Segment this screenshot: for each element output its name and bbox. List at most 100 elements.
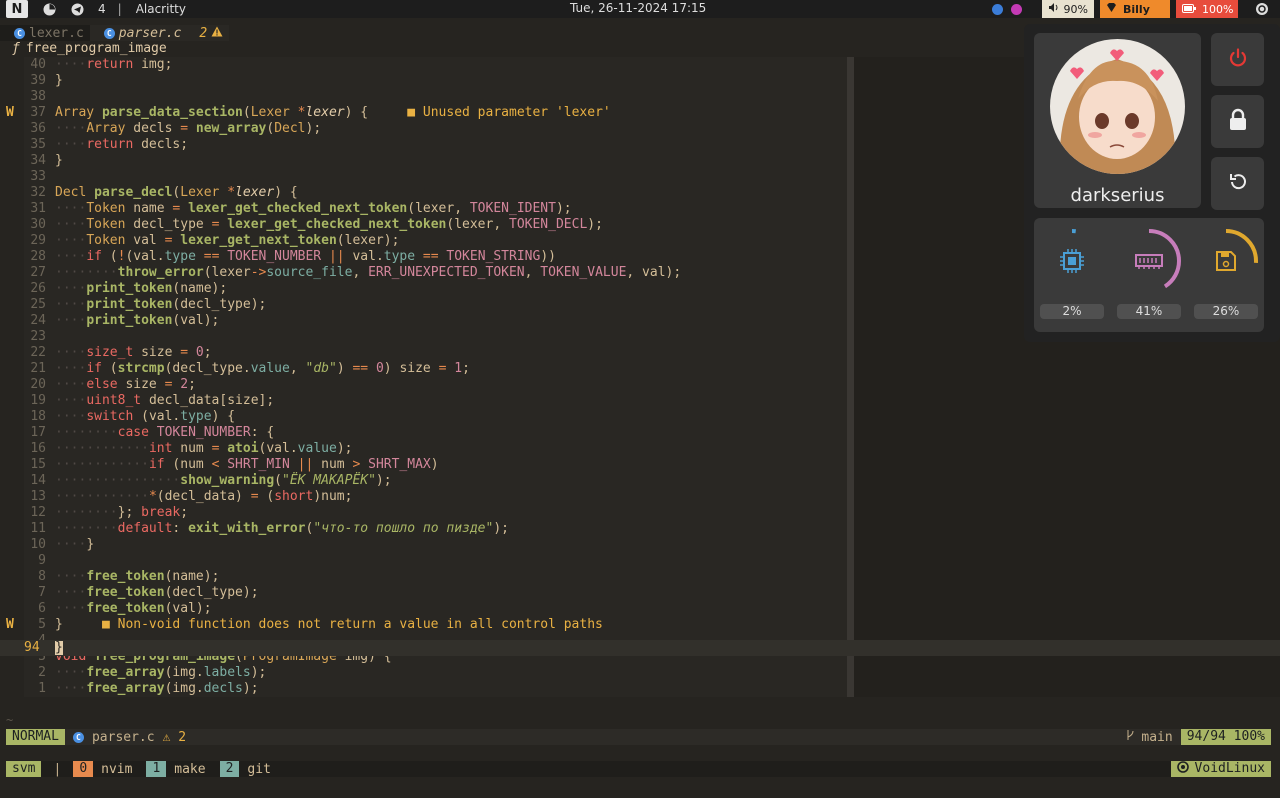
power-icon (1227, 47, 1249, 73)
tray-app-icon-2[interactable] (1010, 3, 1022, 15)
line-number: 29 (30, 233, 46, 248)
volume-value: 90% (1063, 2, 1088, 16)
diagnostic-message: ■ Unused parameter 'lexer' (368, 105, 611, 120)
status-file: C parser.c (72, 729, 155, 745)
code-text: ····free_array(img.labels); (55, 665, 267, 680)
cursor-position: 94/94 100% (1180, 729, 1271, 745)
code-text: ····Token name = lexer_get_checked_next_… (55, 201, 572, 216)
tmux-window-nvim[interactable]: 0 nvim (73, 761, 132, 777)
cursor-line[interactable]: 94 } (0, 640, 1280, 656)
restart-icon (1227, 171, 1249, 197)
code-text: ····Token val = lexer_get_next_token(lex… (55, 233, 400, 248)
c-file-icon: C (103, 27, 115, 39)
line-number: 39 (30, 73, 46, 88)
battery-value: 100% (1202, 2, 1234, 16)
line-number: 38 (30, 89, 46, 104)
code-text: ········}; break; (55, 505, 189, 520)
code-text: } ■ Non-void function does not return a … (55, 617, 603, 632)
cpu-usage-label: 2% (1040, 304, 1104, 319)
line-number: 10 (30, 537, 46, 552)
code-text: ····free_token(decl_type); (55, 585, 259, 600)
ram-gauge (1117, 229, 1181, 293)
code-text: ····size_t size = 0; (55, 345, 212, 360)
code-text: ····free_token(name); (55, 569, 220, 584)
line-number: 40 (30, 57, 46, 72)
cpu-icon (1060, 249, 1084, 273)
code-text: ····free_array(img.decls); (55, 681, 259, 696)
power-menu-icon[interactable] (1250, 0, 1274, 18)
code-text: ········case TOKEN_NUMBER: { (55, 425, 275, 440)
tmux-window-make[interactable]: 1 make (146, 761, 206, 777)
volume-widget[interactable]: 90% (1041, 0, 1094, 18)
code-text: ················show_warning("ЁК МАКАРЁК… (55, 473, 392, 488)
line-number: 25 (30, 297, 46, 312)
disk-usage-label: 26% (1194, 304, 1258, 319)
code-text: ····print_token(val); (55, 313, 220, 328)
line-number: 27 (30, 265, 46, 280)
telegram-icon[interactable] (70, 2, 84, 16)
winbar-label: free_program_image (25, 41, 167, 56)
tab-parser[interactable]: C parser.c 2 (89, 25, 230, 41)
user-widget[interactable]: Billy (1100, 0, 1170, 18)
restart-button[interactable] (1211, 157, 1264, 210)
dashboard-popup: darkserius 2% 41% 26% (1024, 24, 1280, 342)
workspace-number[interactable]: 4 (98, 2, 106, 16)
battery-widget[interactable]: 100% (1176, 0, 1238, 18)
code-text: ············if (num < SHRT_MIN || num > … (55, 457, 439, 472)
warning-icon (211, 26, 223, 41)
clock[interactable]: Tue, 26-11-2024 17:15 (570, 1, 706, 15)
tmux-window-name: git (247, 761, 271, 777)
diagnostic-message: ■ Non-void function does not return a va… (62, 617, 603, 632)
tab-lexer[interactable]: C lexer.c (0, 25, 90, 41)
tmux-status-bar: svm | 0 nvim 1 make 2 git VoidLinux (6, 760, 1271, 777)
user-icon (1106, 2, 1117, 16)
mode-indicator: NORMAL (6, 729, 65, 745)
line-number: 35 (30, 137, 46, 152)
tmux-session[interactable]: svm (6, 761, 42, 777)
line-number: 20 (30, 377, 46, 392)
code-text: ····} (55, 537, 95, 552)
line-number: 23 (30, 329, 46, 344)
tab-warning-count: 2 (199, 25, 208, 41)
code-text: ····Array decls = new_array(Decl); (55, 121, 322, 136)
sign-column: W (6, 617, 14, 632)
window-split[interactable] (847, 57, 854, 697)
line-number: 16 (30, 441, 46, 456)
bar-separator: | (117, 2, 122, 16)
function-symbol-icon: ƒ (12, 41, 20, 56)
line-number: 8 (38, 569, 46, 584)
os-name: VoidLinux (1194, 761, 1265, 776)
code-text: ····Token decl_type = lexer_get_checked_… (55, 217, 603, 232)
shutdown-button[interactable] (1211, 33, 1264, 86)
launcher-button[interactable]: N (6, 0, 28, 18)
line-number: 19 (30, 393, 46, 408)
tmux-window-index: 1 (146, 761, 167, 777)
code-text: ····print_token(name); (55, 281, 228, 296)
tmux-window-index: 0 (73, 761, 94, 777)
statusline: NORMAL C parser.c ⚠ 2 main 94/94 100% (6, 729, 1271, 745)
line-number: 32 (30, 185, 46, 200)
lock-button[interactable] (1211, 95, 1264, 148)
cursor-line-number: 94 (24, 640, 40, 655)
c-file-icon: C (72, 731, 84, 743)
line-number: 9 (38, 553, 46, 568)
git-branch: main (1141, 729, 1173, 745)
line-number: 13 (30, 489, 46, 504)
line-number: 26 (30, 281, 46, 296)
line-number: 12 (30, 505, 46, 520)
tmux-window-name: make (174, 761, 206, 777)
line-number: 15 (30, 457, 46, 472)
line-number: 36 (30, 121, 46, 136)
code-text: ············int num = atoi(val.value); (55, 441, 353, 456)
tab-label: parser.c (118, 25, 182, 41)
line-number: 34 (30, 153, 46, 168)
tray-app-icon[interactable] (991, 3, 1003, 15)
status-filename: parser.c (91, 729, 155, 745)
tmux-window-git[interactable]: 2 git (219, 761, 271, 777)
firefox-icon[interactable] (42, 2, 56, 16)
line-number: 18 (30, 409, 46, 424)
line-number: 7 (38, 585, 46, 600)
user-name: Billy (1123, 2, 1150, 16)
tmux-separator: | (53, 761, 62, 777)
battery-icon (1182, 3, 1196, 16)
